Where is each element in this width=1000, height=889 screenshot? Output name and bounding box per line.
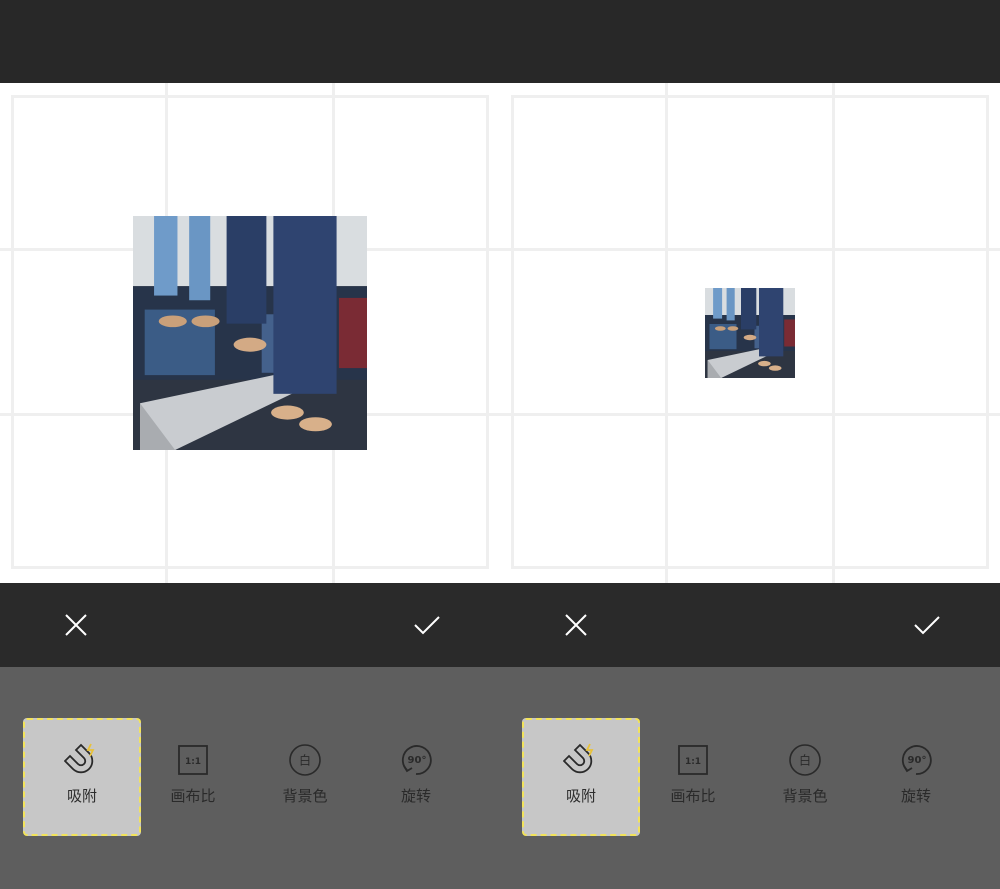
canvas-ratio-icon: 1:1 [675, 742, 711, 778]
top-bar [0, 0, 1000, 83]
cancel-button[interactable] [556, 605, 596, 645]
grid-line [832, 83, 835, 583]
tool-label: 画布比 [670, 787, 716, 805]
tool-label: 吸附 [565, 787, 596, 805]
background-color-icon: 白 [787, 742, 823, 778]
photo-image[interactable] [133, 216, 367, 450]
svg-text:90°: 90° [408, 755, 427, 766]
tool-label: 旋转 [400, 787, 431, 805]
svg-text:白: 白 [799, 753, 811, 768]
background-color-icon: 白 [287, 742, 323, 778]
tool-snap[interactable]: 吸附 [522, 718, 640, 836]
magnet-icon [64, 742, 100, 778]
grid-line [500, 413, 1000, 416]
magnet-icon [563, 742, 599, 778]
tool-background-color[interactable]: 白 背景色 [746, 718, 864, 836]
canvas-area [0, 83, 1000, 583]
rotate-icon: 90° [898, 742, 934, 778]
tool-background-color[interactable]: 白 背景色 [246, 718, 364, 836]
tool-canvas-ratio[interactable]: 1:1 画布比 [134, 718, 252, 836]
tool-rotate[interactable]: 90° 旋转 [357, 718, 475, 836]
tool-label: 吸附 [66, 787, 97, 805]
grid-line [665, 83, 668, 583]
action-bar [0, 583, 1000, 667]
tool-rotate[interactable]: 90° 旋转 [857, 718, 975, 836]
svg-text:白: 白 [299, 753, 311, 768]
tool-label: 画布比 [170, 787, 216, 805]
confirm-button[interactable] [907, 605, 947, 645]
confirm-button[interactable] [407, 605, 447, 645]
grid-line [500, 248, 1000, 251]
photo-image[interactable] [705, 288, 795, 378]
canvas-panel-left [0, 83, 500, 583]
canvas-panel-right [500, 83, 1000, 583]
photo-graphic [705, 288, 795, 378]
canvas-ratio-icon: 1:1 [175, 742, 211, 778]
svg-text:90°: 90° [908, 755, 927, 766]
tool-label: 背景色 [282, 787, 328, 805]
tool-snap[interactable]: 吸附 [23, 718, 141, 836]
tool-canvas-ratio[interactable]: 1:1 画布比 [634, 718, 752, 836]
svg-text:1:1: 1:1 [685, 757, 701, 767]
tool-label: 旋转 [900, 787, 931, 805]
close-icon [65, 614, 87, 636]
check-icon [414, 616, 440, 635]
photo-graphic [133, 216, 367, 450]
cancel-button[interactable] [56, 605, 96, 645]
svg-text:1:1: 1:1 [185, 757, 201, 767]
close-icon [565, 614, 587, 636]
tool-bar: 吸附 1:1 画布比 白 背景色 90° 旋转 吸附 1:1 画布比 白 背景色… [0, 667, 1000, 889]
rotate-icon: 90° [398, 742, 434, 778]
check-icon [914, 616, 940, 635]
tool-label: 背景色 [782, 787, 828, 805]
